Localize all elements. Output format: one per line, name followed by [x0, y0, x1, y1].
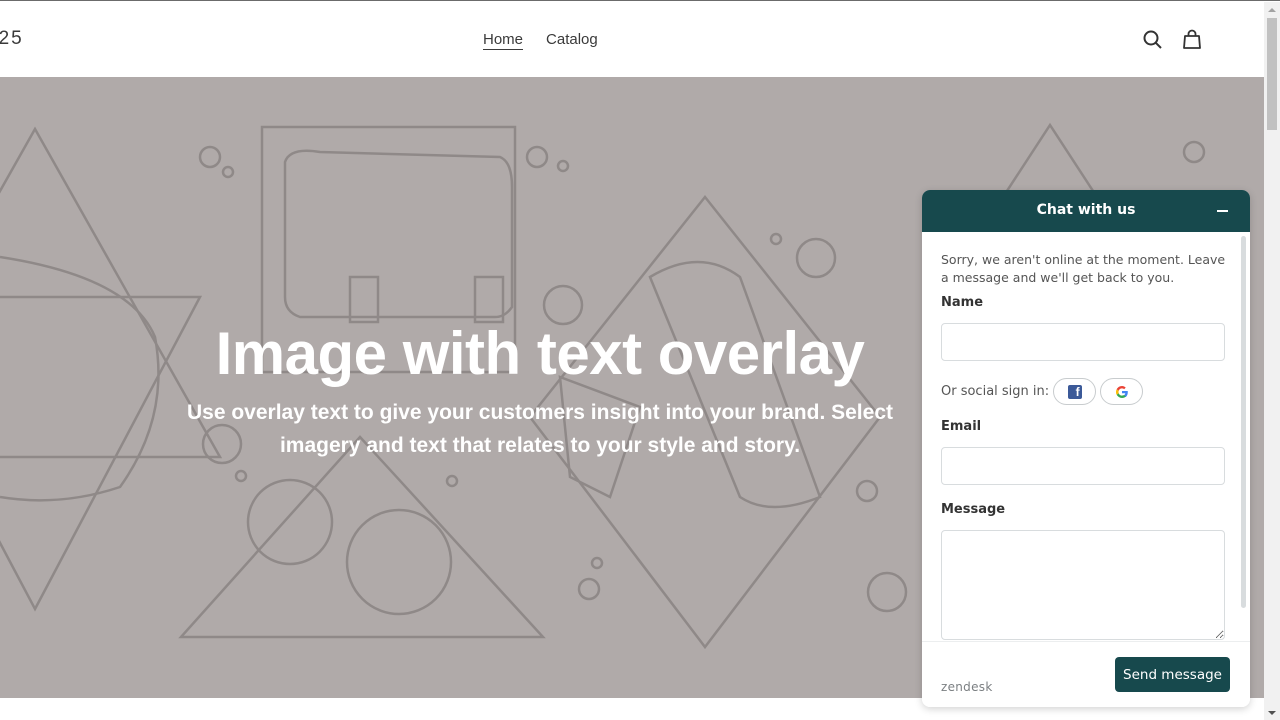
nav-catalog[interactable]: Catalog [546, 31, 598, 50]
chat-scrollbar[interactable] [1241, 236, 1246, 608]
message-textarea[interactable] [941, 530, 1225, 640]
send-message-button[interactable]: Send message [1115, 657, 1230, 692]
facebook-signin-button[interactable]: f [1053, 378, 1097, 405]
hero-subtitle: Use overlay text to give your customers … [186, 401, 893, 457]
nav-home[interactable]: Home [483, 31, 524, 50]
message-label: Message [941, 502, 1006, 517]
minimize-icon[interactable] [1217, 210, 1228, 212]
zendesk-logo[interactable]: zendesk [941, 680, 993, 694]
page: 025 Home Catalog [0, 0, 1280, 720]
email-input[interactable] [941, 447, 1225, 485]
scroll-down-arrow-icon[interactable] [1268, 711, 1276, 715]
scroll-thumb[interactable] [1267, 18, 1277, 130]
name-label: Name [941, 295, 984, 310]
site-header: 025 Home Catalog [0, 2, 1264, 77]
chat-form: Sorry, we aren't online at the moment. L… [922, 232, 1250, 642]
google-icon [1115, 385, 1128, 398]
offline-message: Sorry, we aren't online at the moment. L… [941, 252, 1226, 285]
google-signin-button[interactable] [1100, 378, 1144, 405]
facebook-icon: f [1067, 384, 1082, 399]
scroll-up-arrow-icon[interactable] [1268, 8, 1276, 12]
hero-title: Image with text overlay [215, 320, 865, 387]
name-input[interactable] [941, 323, 1225, 361]
social-signin: Or social sign in: f [941, 378, 1250, 405]
chat-widget: Chat with us Sorry, we aren't online at … [922, 190, 1250, 707]
page-scrollbar[interactable] [1264, 2, 1280, 720]
chat-footer: zendesk Send message [922, 641, 1250, 707]
search-icon[interactable] [1142, 29, 1166, 53]
chat-header: Chat with us [922, 190, 1250, 232]
chat-title: Chat with us [1036, 202, 1136, 218]
store-logo[interactable]: 025 [0, 28, 24, 50]
main-nav: Home Catalog [483, 31, 598, 50]
social-signin-label: Or social sign in: [941, 384, 1050, 399]
email-label: Email [941, 419, 982, 434]
cart-icon[interactable] [1181, 29, 1205, 53]
